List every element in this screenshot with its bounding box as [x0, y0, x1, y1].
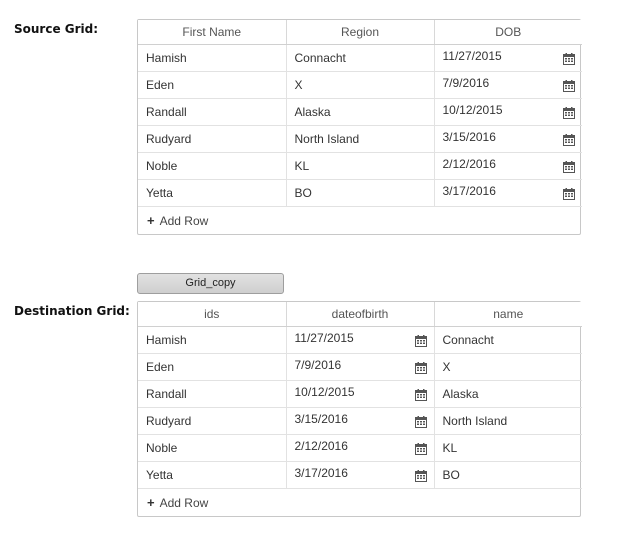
date-value: 10/12/2015 — [294, 385, 355, 399]
cell-region[interactable]: X — [286, 71, 435, 99]
cell-first-name[interactable]: Rudyard — [138, 125, 287, 153]
cell-first-name[interactable]: Hamish — [138, 44, 287, 72]
date-value: 7/9/2016 — [294, 358, 342, 372]
calendar-icon[interactable] — [563, 134, 575, 146]
date-value: 11/27/2015 — [442, 49, 502, 63]
table-row: Eden 7/9/2016 X — [138, 353, 582, 381]
date-value: 3/17/2016 — [442, 184, 496, 198]
date-value: 2/12/2016 — [294, 439, 348, 453]
cell-first-name[interactable]: Randall — [138, 98, 287, 126]
destination-header-row: ids dateofbirth name — [138, 302, 582, 327]
column-header-region[interactable]: Region — [286, 20, 435, 45]
cell-dateofbirth[interactable]: 10/12/2015 — [286, 380, 435, 408]
cell-ids[interactable]: Eden — [138, 353, 287, 381]
date-value: 3/15/2016 — [294, 412, 348, 426]
plus-icon: + — [147, 495, 155, 510]
table-row: Hamish Connacht 11/27/2015 — [138, 44, 582, 72]
table-row: Randall 10/12/2015 Alaska — [138, 380, 582, 408]
cell-dateofbirth[interactable]: 3/17/2016 — [286, 461, 435, 489]
cell-region[interactable]: Connacht — [286, 44, 435, 72]
cell-name[interactable]: North Island — [434, 407, 582, 435]
column-header-dob[interactable]: DOB — [434, 20, 582, 45]
cell-first-name[interactable]: Noble — [138, 152, 287, 180]
cell-dateofbirth[interactable]: 11/27/2015 — [286, 326, 435, 354]
calendar-icon[interactable] — [563, 107, 575, 119]
column-header-name[interactable]: name — [434, 302, 582, 327]
date-value: 3/17/2016 — [294, 466, 348, 480]
cell-dateofbirth[interactable]: 3/15/2016 — [286, 407, 435, 435]
calendar-icon[interactable] — [563, 161, 575, 173]
table-row: Randall Alaska 10/12/2015 — [138, 98, 582, 126]
add-row-label: Add Row — [159, 214, 209, 228]
cell-ids[interactable]: Noble — [138, 434, 287, 462]
cell-region[interactable]: BO — [286, 179, 435, 207]
table-row: Rudyard 3/15/2016 North Island — [138, 407, 582, 435]
cell-dob[interactable]: 3/15/2016 — [434, 125, 582, 153]
cell-dateofbirth[interactable]: 2/12/2016 — [286, 434, 435, 462]
calendar-icon[interactable] — [563, 53, 575, 65]
add-row-label: Add Row — [159, 496, 209, 510]
column-header-dateofbirth[interactable]: dateofbirth — [286, 302, 435, 327]
cell-name[interactable]: KL — [434, 434, 582, 462]
calendar-icon[interactable] — [563, 188, 575, 200]
table-row: Eden X 7/9/2016 — [138, 71, 582, 99]
table-row: Yetta 3/17/2016 BO — [138, 461, 582, 489]
destination-grid: ids dateofbirth name Hamish 11/27/2015 Con… — [137, 301, 582, 517]
destination-grid-label: Destination Grid: — [14, 304, 130, 318]
cell-dob[interactable]: 10/12/2015 — [434, 98, 582, 126]
cell-dob[interactable]: 7/9/2016 — [434, 71, 582, 99]
date-value: 2/12/2016 — [442, 157, 496, 171]
calendar-icon[interactable] — [414, 443, 427, 455]
cell-dob[interactable]: 3/17/2016 — [434, 179, 582, 207]
cell-region[interactable]: KL — [286, 152, 435, 180]
calendar-icon[interactable] — [563, 80, 575, 92]
cell-name[interactable]: BO — [434, 461, 582, 489]
grid-copy-button[interactable]: Grid_copy — [137, 273, 284, 294]
cell-dateofbirth[interactable]: 7/9/2016 — [286, 353, 435, 381]
cell-name[interactable]: Alaska — [434, 380, 582, 408]
column-header-first-name[interactable]: First Name — [138, 20, 287, 45]
cell-ids[interactable]: Yetta — [138, 461, 287, 489]
table-row: Hamish 11/27/2015 Connacht — [138, 326, 582, 354]
source-grid: First Name Region DOB Hamish Connacht 11/2… — [137, 19, 582, 235]
cell-region[interactable]: North Island — [286, 125, 435, 153]
calendar-icon[interactable] — [414, 470, 427, 482]
cell-first-name[interactable]: Eden — [138, 71, 287, 99]
cell-dob[interactable]: 2/12/2016 — [434, 152, 582, 180]
source-grid-label: Source Grid: — [14, 22, 99, 36]
table-row: Noble KL 2/12/2016 — [138, 152, 582, 180]
cell-ids[interactable]: Rudyard — [138, 407, 287, 435]
calendar-icon[interactable] — [414, 362, 427, 374]
cell-region[interactable]: Alaska — [286, 98, 435, 126]
cell-name[interactable]: Connacht — [434, 326, 582, 354]
cell-ids[interactable]: Hamish — [138, 326, 287, 354]
table-row: Rudyard North Island 3/15/2016 — [138, 125, 582, 153]
calendar-icon[interactable] — [414, 335, 427, 347]
column-header-ids[interactable]: ids — [138, 302, 287, 327]
table-row: Noble 2/12/2016 KL — [138, 434, 582, 462]
calendar-icon[interactable] — [414, 389, 427, 401]
plus-icon: + — [147, 213, 155, 228]
date-value: 11/27/2015 — [294, 331, 354, 345]
table-row: Yetta BO 3/17/2016 — [138, 179, 582, 207]
cell-dob[interactable]: 11/27/2015 — [434, 44, 582, 72]
cell-first-name[interactable]: Yetta — [138, 179, 287, 207]
source-add-row-button[interactable]: + Add Row — [138, 207, 580, 234]
cell-ids[interactable]: Randall — [138, 380, 287, 408]
source-header-row: First Name Region DOB — [138, 20, 582, 45]
cell-name[interactable]: X — [434, 353, 582, 381]
destination-add-row-button[interactable]: + Add Row — [138, 489, 580, 516]
calendar-icon[interactable] — [414, 416, 427, 428]
date-value: 3/15/2016 — [442, 130, 496, 144]
date-value: 7/9/2016 — [442, 76, 490, 90]
date-value: 10/12/2015 — [442, 103, 503, 117]
